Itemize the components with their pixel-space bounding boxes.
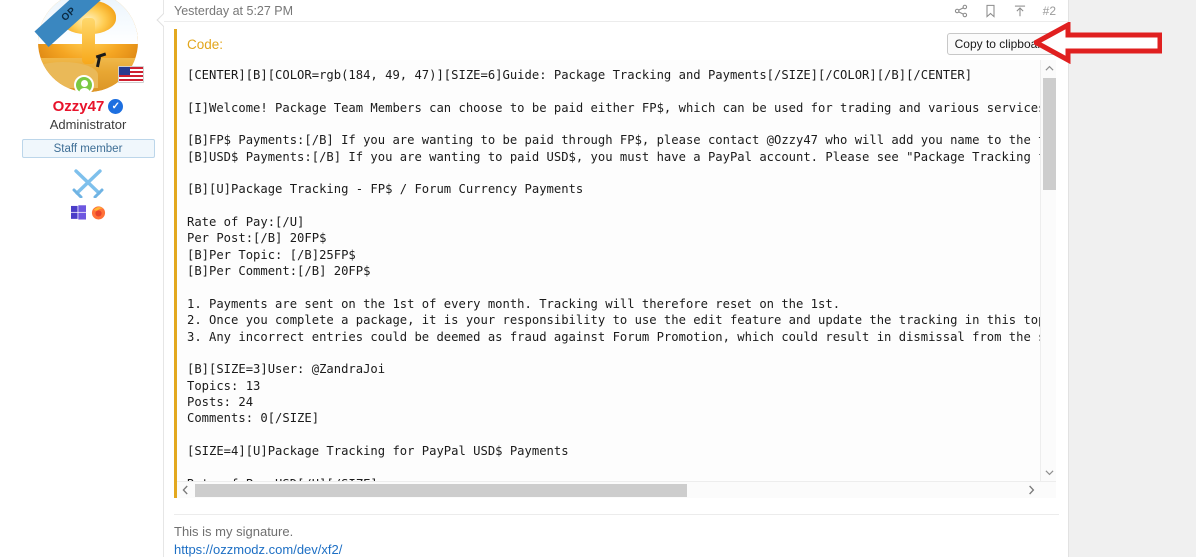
online-status-icon [74,75,94,95]
share-icon[interactable] [954,4,968,18]
code-vertical-scrollbar[interactable] [1040,60,1056,481]
post-author-column: OP Ozzy47 ✓ Administrator Staff member [20,0,156,223]
bookmark-icon[interactable] [984,4,997,18]
message-pointer [156,12,164,28]
author-username[interactable]: Ozzy47 ✓ [53,98,124,115]
running-figure-icon [94,52,110,70]
verified-badge-icon: ✓ [108,99,124,114]
chevron-left-icon[interactable] [177,482,194,498]
code-block-body: [CENTER][B][COLOR=rgb(184, 49, 47)][SIZE… [174,60,1056,498]
post-header: Yesterday at 5:27 PM #2 [164,0,1068,22]
post-timestamp[interactable]: Yesterday at 5:27 PM [174,4,293,18]
staff-member-badge: Staff member [21,139,155,158]
post-header-actions: #2 [954,4,1056,18]
code-scroll-viewport[interactable]: [CENTER][B][COLOR=rgb(184, 49, 47)][SIZE… [177,60,1041,481]
signature-link[interactable]: https://ozzmodz.com/dev/xf2/ [174,542,1059,557]
scrollbar-corner [1040,482,1056,498]
windows-os-icon [70,205,86,223]
flag-canton [119,67,130,76]
chevron-right-icon[interactable] [1023,482,1040,498]
person-glyph [78,80,90,94]
author-username-label: Ozzy47 [52,98,105,115]
copy-to-clipboard-button[interactable]: Copy to clipboard [946,33,1056,55]
page-right-gutter [1068,0,1196,557]
post-number[interactable]: #2 [1043,4,1056,18]
post-signature: This is my signature. https://ozzmodz.co… [174,514,1059,557]
chevron-up-icon[interactable] [1041,60,1056,77]
avatar[interactable]: OP [34,0,144,95]
post-screenshot: OP Ozzy47 ✓ Administrator Staff member Y… [0,0,1196,557]
user-device-icons [70,205,106,223]
chevron-down-icon[interactable] [1041,464,1056,481]
post-message-column: Yesterday at 5:27 PM #2 Code: Copy to cl… [163,0,1068,557]
horizontal-scroll-thumb[interactable] [195,484,687,497]
us-flag-icon [118,66,144,83]
code-block-header: Code: Copy to clipboard [174,29,1056,60]
signature-text: This is my signature. [174,524,294,539]
code-horizontal-scrollbar[interactable] [177,481,1056,498]
code-content: [CENTER][B][COLOR=rgb(184, 49, 47)][SIZE… [187,68,1041,481]
code-block-title: Code: [187,36,224,52]
vertical-scroll-thumb[interactable] [1043,78,1056,190]
arrow-up-icon[interactable] [1013,4,1027,18]
author-title: Administrator [49,117,127,132]
crossed-swords-icon [70,166,106,201]
code-bbcode-block: Code: Copy to clipboard [CENTER][B][COLO… [164,22,1068,498]
staff-member-label: Staff member [53,142,123,155]
firefox-browser-icon [91,205,106,223]
